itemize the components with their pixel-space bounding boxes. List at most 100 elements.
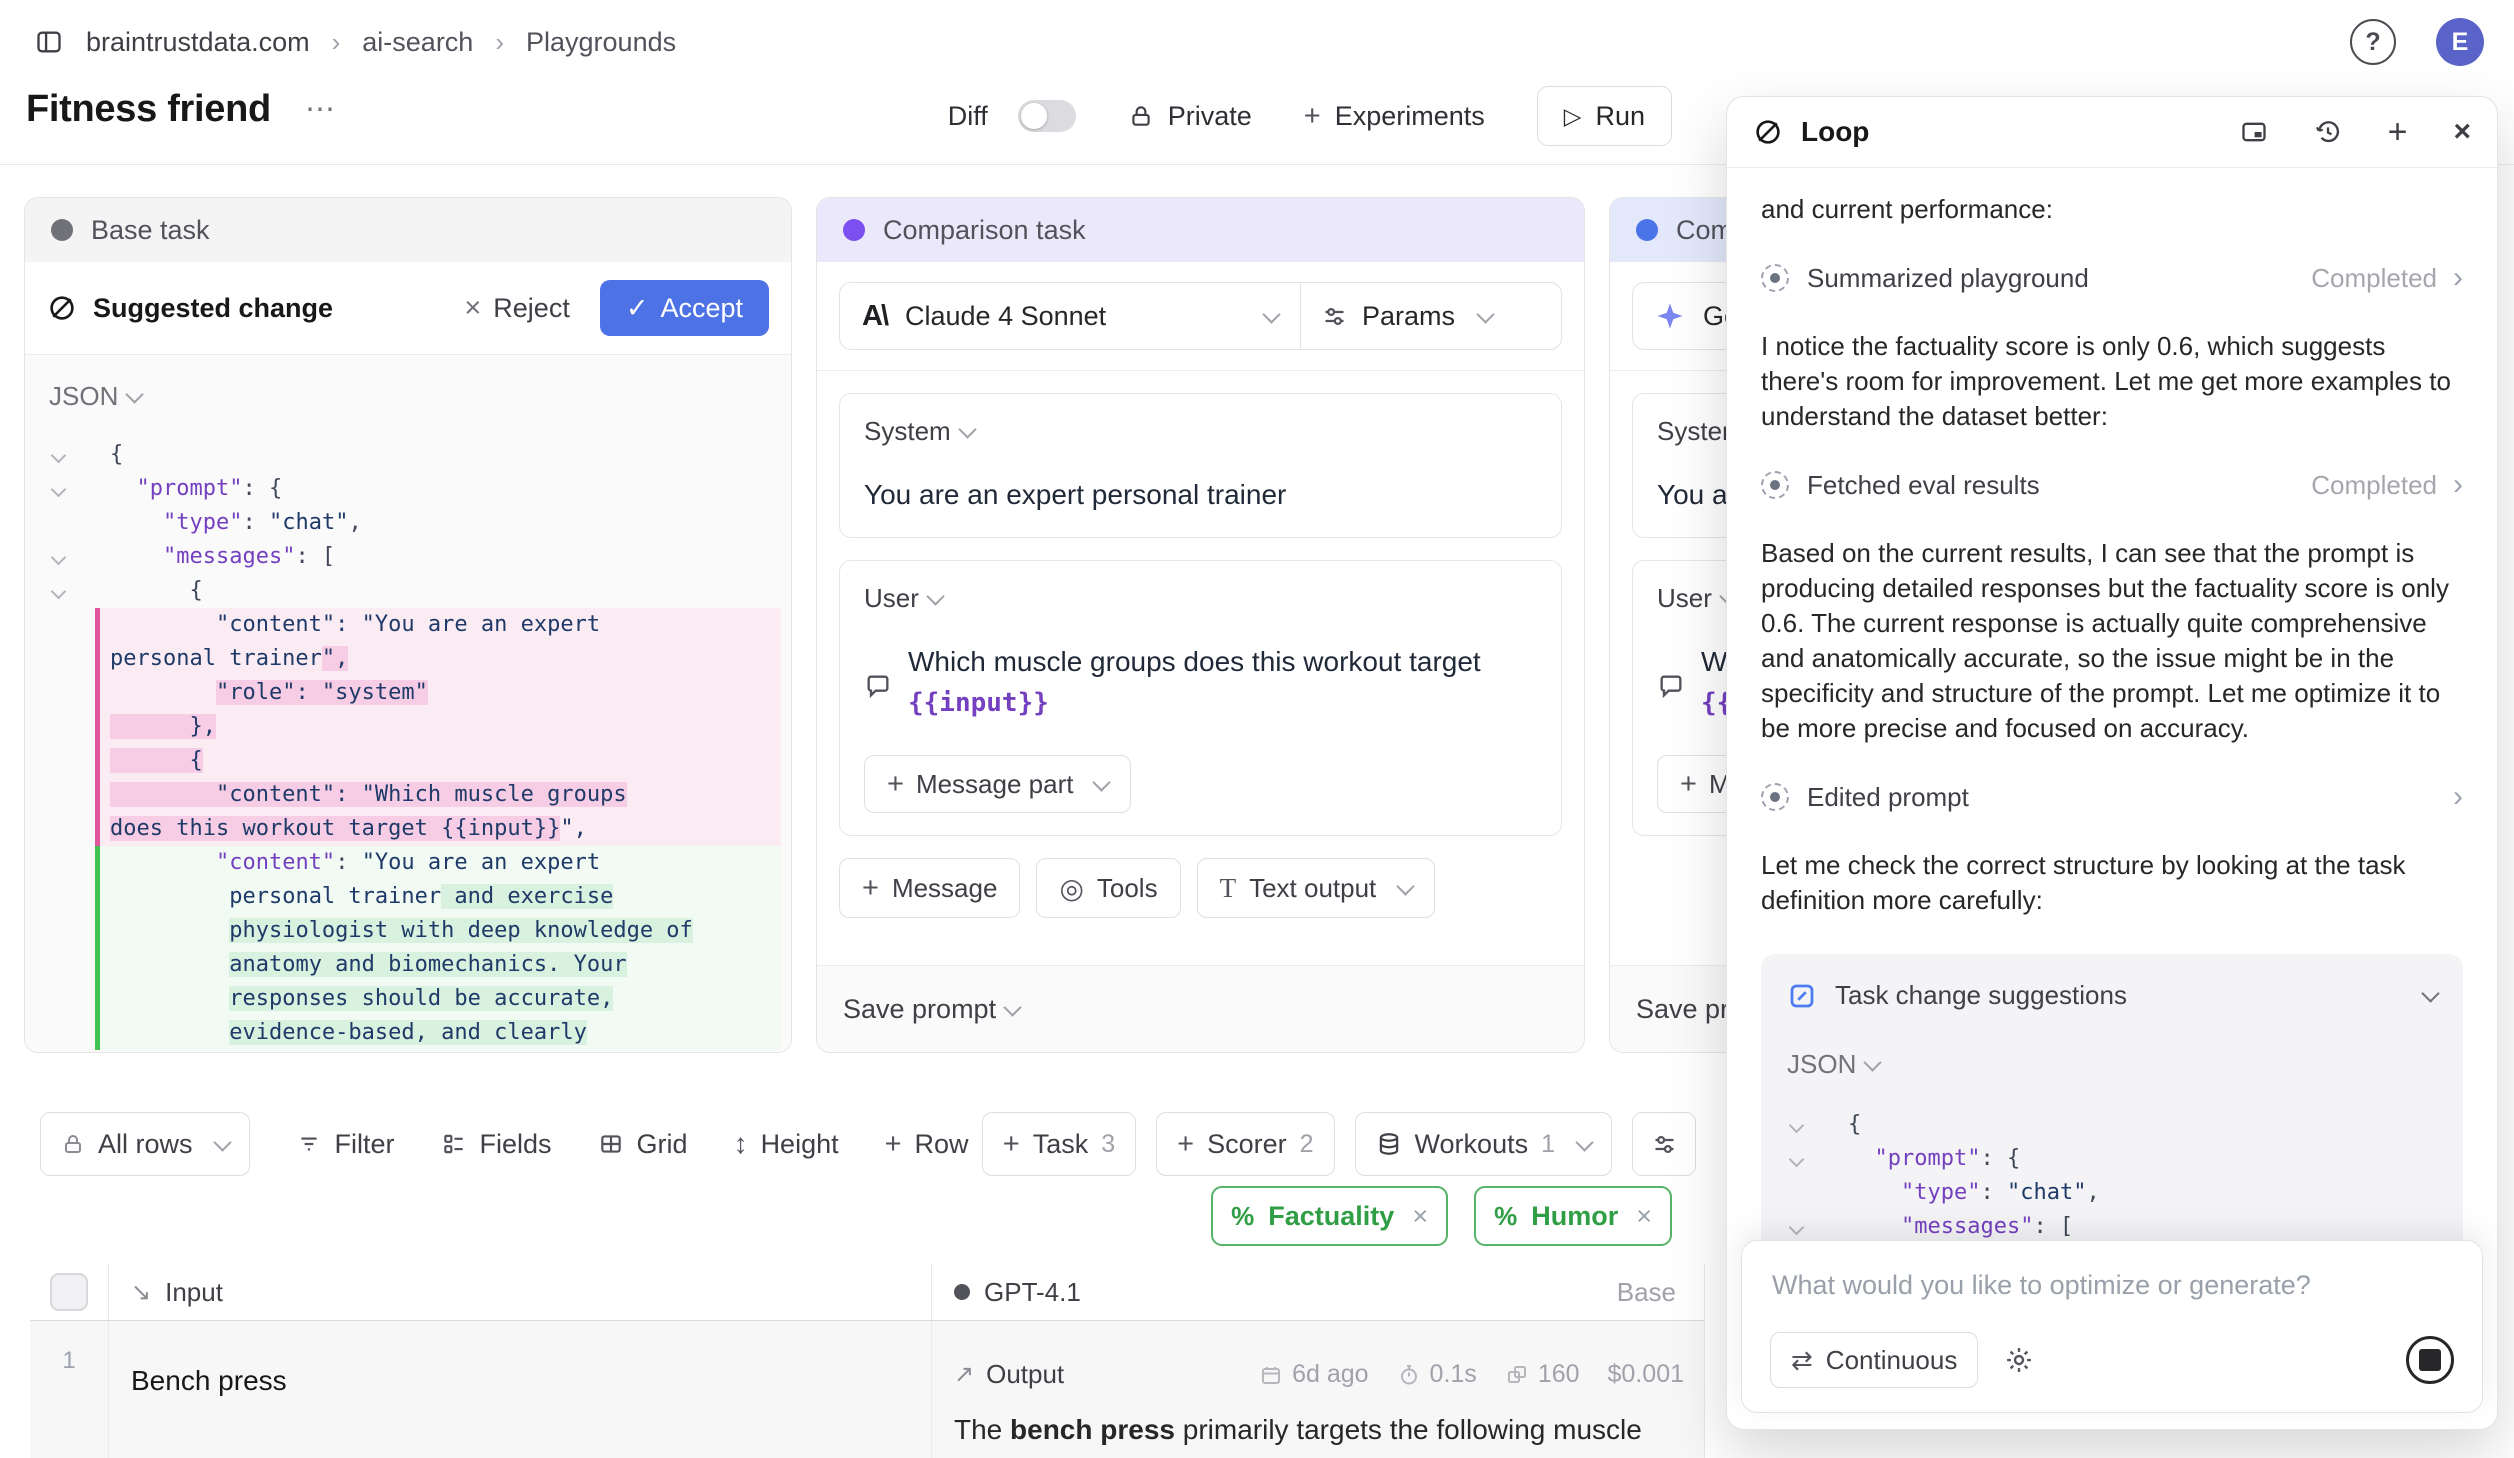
- role-select[interactable]: System: [864, 416, 1537, 447]
- base-task-header: Base task: [25, 198, 791, 262]
- title-menu-icon[interactable]: ⋯: [305, 92, 337, 127]
- loop-input[interactable]: [1770, 1269, 2458, 1302]
- input-column-header[interactable]: ↘ Input: [109, 1277, 931, 1308]
- stop-button[interactable]: [2406, 1336, 2454, 1384]
- suggested-change-bar: Suggested change × Reject ✓ Accept: [25, 262, 791, 355]
- sidebar-toggle-icon[interactable]: [34, 28, 64, 56]
- tools-button[interactable]: ◎ Tools: [1036, 858, 1180, 918]
- step-label: Edited prompt: [1807, 782, 1969, 813]
- loop-step-summarized[interactable]: Summarized playground Completed›: [1761, 261, 2463, 295]
- loop-step-edited[interactable]: Edited prompt ›: [1761, 780, 2463, 814]
- scorer-badge-label: Factuality: [1268, 1201, 1394, 1232]
- row-output-cell[interactable]: ↗ Output 6d ago 0.1s 160 $0.001: [931, 1321, 1712, 1458]
- breadcrumb-section[interactable]: Playgrounds: [526, 27, 676, 58]
- task-color-dot: [843, 219, 865, 241]
- sliders-icon: [1651, 1131, 1678, 1158]
- title-row: Fitness friend ⋯: [26, 88, 337, 131]
- close-icon[interactable]: ×: [2453, 115, 2471, 149]
- user-message-card[interactable]: User Which muscle groups does this worko…: [839, 560, 1562, 836]
- check-icon: ✓: [626, 293, 649, 324]
- add-row-button[interactable]: + Row: [885, 1129, 969, 1160]
- params-button[interactable]: Params: [1301, 283, 1561, 349]
- row-meta: 6d ago 0.1s 160 $0.001: [1259, 1360, 1684, 1389]
- save-prompt-button[interactable]: Save prompt: [817, 965, 1584, 1052]
- add-message-button[interactable]: + Message: [839, 858, 1020, 918]
- base-code-block[interactable]: { "prompt": { "type": "chat", "messages"…: [49, 438, 781, 1050]
- role-label: System: [864, 416, 951, 447]
- dataset-select[interactable]: Workouts 1: [1355, 1112, 1612, 1176]
- popout-icon[interactable]: [2240, 118, 2268, 146]
- all-rows-filter[interactable]: All rows: [40, 1112, 250, 1176]
- new-session-icon[interactable]: +: [2388, 113, 2408, 152]
- grid-button[interactable]: Grid: [598, 1129, 688, 1160]
- row-input-cell[interactable]: Bench press: [108, 1321, 931, 1458]
- run-button[interactable]: ▷ Run: [1537, 86, 1672, 146]
- filter-button[interactable]: Filter: [296, 1129, 395, 1160]
- scorer-badge-factuality[interactable]: % Factuality ×: [1211, 1186, 1448, 1246]
- plus-icon: +: [885, 1130, 902, 1159]
- scorer-badges: % Factuality × % Humor ×: [1211, 1186, 1672, 1246]
- history-icon[interactable]: [2314, 118, 2342, 146]
- scorer-badge-humor[interactable]: % Humor ×: [1474, 1186, 1672, 1246]
- continuous-label: Continuous: [1826, 1345, 1958, 1376]
- system-message-text[interactable]: You are an expert personal trainer: [864, 475, 1537, 515]
- add-message-part-button[interactable]: + Message part: [864, 755, 1131, 813]
- calendar-icon: [1259, 1363, 1283, 1387]
- avatar[interactable]: E: [2436, 18, 2484, 66]
- loop-text: Based on the current results, I can see …: [1761, 536, 2463, 746]
- sliders-icon: [1321, 303, 1348, 330]
- chevron-right-icon: ›: [2453, 780, 2463, 814]
- model-select[interactable]: A\ Claude 4 Sonnet: [840, 283, 1300, 349]
- text-output-button[interactable]: T Text output: [1197, 858, 1436, 918]
- breadcrumb-separator: ›: [332, 27, 341, 58]
- arrow-down-right-icon: ↘: [131, 1278, 151, 1307]
- plus-icon: +: [1304, 102, 1321, 131]
- reject-button[interactable]: × Reject: [464, 292, 569, 325]
- format-select[interactable]: JSON: [1787, 1049, 2437, 1080]
- private-button[interactable]: Private: [1128, 101, 1252, 132]
- format-select[interactable]: JSON: [49, 381, 781, 412]
- height-button[interactable]: ↕ Height: [734, 1128, 839, 1160]
- remove-scorer-icon[interactable]: ×: [1636, 1201, 1652, 1232]
- fields-button[interactable]: Fields: [441, 1129, 552, 1160]
- table-row[interactable]: 1 Bench press ↗ Output 6d ago 0.1s: [30, 1321, 1704, 1458]
- percent-icon: %: [1494, 1201, 1517, 1232]
- stopwatch-icon: [1397, 1363, 1421, 1387]
- diff-toggle[interactable]: Diff: [948, 100, 1076, 132]
- chevron-right-icon: ›: [2453, 468, 2463, 502]
- top-right-controls: ? E: [2350, 18, 2484, 66]
- diff-toggle-switch[interactable]: [1018, 100, 1076, 132]
- role-select[interactable]: User: [864, 583, 1537, 614]
- select-all-checkbox[interactable]: [50, 1273, 88, 1311]
- remove-scorer-icon[interactable]: ×: [1412, 1201, 1428, 1232]
- breadcrumb-project[interactable]: ai-search: [362, 27, 473, 58]
- model-header-label: GPT-4.1: [984, 1277, 1081, 1308]
- continuous-mode-button[interactable]: ⇄ Continuous: [1770, 1332, 1978, 1388]
- breadcrumb-site[interactable]: braintrustdata.com: [86, 27, 310, 58]
- loop-step-fetched[interactable]: Fetched eval results Completed›: [1761, 468, 2463, 502]
- system-message-card[interactable]: System You are an expert personal traine…: [839, 393, 1562, 538]
- user-message-text[interactable]: Which muscle groups does this workout ta…: [908, 642, 1537, 723]
- add-task-button[interactable]: + Task 3: [982, 1112, 1136, 1176]
- text-icon: T: [1220, 873, 1237, 904]
- percent-icon: %: [1231, 1201, 1254, 1232]
- breadcrumb-separator: ›: [495, 27, 504, 58]
- params-label: Params: [1362, 301, 1455, 332]
- scorer-badge-label: Humor: [1531, 1201, 1618, 1232]
- task-color-dot: [51, 219, 73, 241]
- row-index: 1: [30, 1321, 108, 1458]
- plus-icon: +: [1003, 1130, 1020, 1159]
- experiments-button[interactable]: + Experiments: [1304, 101, 1485, 132]
- model-column-header[interactable]: GPT-4.1 Base: [932, 1277, 1704, 1308]
- help-icon[interactable]: ?: [2350, 19, 2396, 65]
- add-scorer-button[interactable]: + Scorer 2: [1156, 1112, 1334, 1176]
- base-json-editor[interactable]: JSON { "prompt": { "type": "chat", "mess…: [25, 355, 791, 1052]
- grid-icon: [598, 1131, 624, 1157]
- model-bar: A\ Claude 4 Sonnet Params: [817, 262, 1584, 371]
- results-table: ↘ Input GPT-4.1 Base 1 Bench press ↗ Out…: [30, 1264, 1705, 1458]
- height-icon: ↕: [734, 1128, 748, 1160]
- accept-button[interactable]: ✓ Accept: [600, 280, 769, 336]
- grid-settings-button[interactable]: [1632, 1112, 1696, 1176]
- loop-text: Let me check the correct structure by lo…: [1761, 848, 2463, 918]
- gear-icon[interactable]: [2004, 1345, 2034, 1375]
